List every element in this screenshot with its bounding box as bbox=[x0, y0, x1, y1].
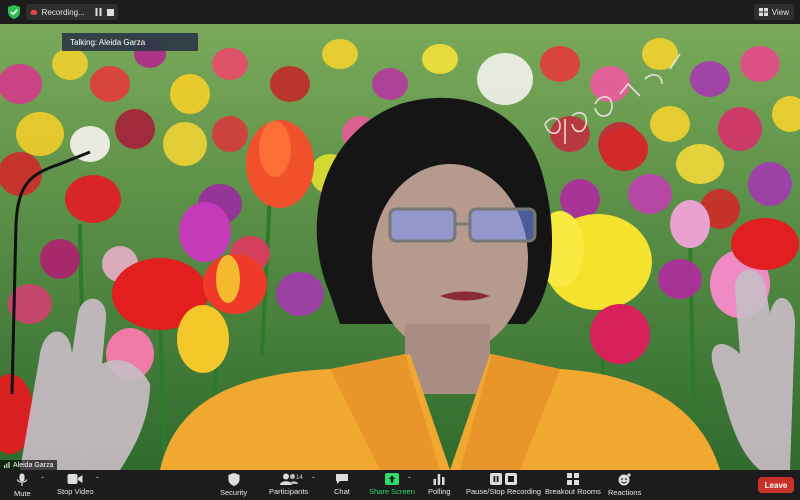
breakout-rooms-label: Breakout Rooms bbox=[545, 487, 601, 496]
polling-label: Polling bbox=[428, 487, 451, 496]
reactions-label: Reactions bbox=[608, 488, 642, 497]
view-label: View bbox=[771, 7, 789, 17]
reactions-button[interactable]: Reactions bbox=[608, 473, 641, 497]
security-button[interactable]: Security bbox=[220, 473, 247, 497]
polling-button[interactable]: Polling bbox=[428, 473, 451, 496]
leave-button[interactable]: Leave bbox=[758, 477, 794, 493]
security-label: Security bbox=[220, 488, 248, 497]
pause-stop-recording-icon bbox=[489, 473, 517, 485]
chat-label: Chat bbox=[334, 487, 350, 496]
pause-recording-icon[interactable] bbox=[95, 7, 103, 17]
breakout-rooms-button[interactable]: Breakout Rooms bbox=[545, 473, 601, 496]
share-screen-icon bbox=[384, 473, 399, 485]
view-button[interactable]: View bbox=[753, 4, 794, 20]
video-camera-icon bbox=[67, 474, 83, 484]
participant-name-tag: Aleida Garza bbox=[0, 460, 58, 470]
pause-stop-recording-button[interactable]: Pause/Stop Recording bbox=[466, 473, 541, 496]
breakout-rooms-icon bbox=[566, 473, 579, 485]
talking-indicator: Talking: Aleida Garza bbox=[62, 33, 198, 51]
audio-level-icon bbox=[4, 462, 10, 468]
video-options-caret-icon[interactable]: ⌃ bbox=[95, 476, 100, 483]
share-screen-label: Share Screen bbox=[369, 487, 415, 496]
chat-button[interactable]: Chat bbox=[334, 473, 350, 496]
leave-label: Leave bbox=[764, 480, 788, 490]
shield-icon[interactable] bbox=[8, 5, 20, 19]
recording-label: Recording... bbox=[41, 7, 85, 17]
talking-indicator-label: Talking: Aleida Garza bbox=[70, 37, 146, 47]
stop-video-label: Stop Video bbox=[57, 487, 94, 496]
meeting-top-bar: Recording... View bbox=[0, 0, 800, 24]
participants-label: Participants bbox=[269, 487, 309, 496]
chat-bubble-icon bbox=[335, 474, 348, 484]
mute-button[interactable]: Mute bbox=[14, 473, 31, 498]
polling-chart-icon bbox=[433, 474, 445, 485]
share-options-caret-icon[interactable]: ⌃ bbox=[407, 476, 412, 483]
recording-cloud-icon bbox=[30, 9, 38, 16]
meeting-toolbar: Mute ⌃ Stop Video ⌃ Security Participant… bbox=[0, 470, 800, 500]
grid-view-icon bbox=[758, 8, 768, 16]
recording-status: Recording... bbox=[26, 4, 118, 20]
tulip-background-image bbox=[0, 24, 800, 470]
security-shield-icon bbox=[227, 473, 240, 486]
microphone-icon bbox=[17, 473, 28, 486]
participants-count: 14 bbox=[296, 475, 303, 481]
participants-options-caret-icon[interactable]: ⌃ bbox=[311, 476, 316, 483]
mute-options-caret-icon[interactable]: ⌃ bbox=[40, 476, 45, 483]
participant-video: Talking: Aleida Garza Aleida Garza bbox=[0, 24, 800, 470]
stop-video-button[interactable]: Stop Video bbox=[57, 473, 94, 496]
stop-recording-icon[interactable] bbox=[106, 7, 114, 17]
pause-stop-recording-label: Pause/Stop Recording bbox=[466, 487, 542, 496]
participants-icon bbox=[279, 473, 298, 485]
mute-label: Mute bbox=[14, 489, 31, 498]
reactions-emoji-icon bbox=[618, 473, 632, 486]
participant-name: Aleida Garza bbox=[13, 461, 54, 469]
